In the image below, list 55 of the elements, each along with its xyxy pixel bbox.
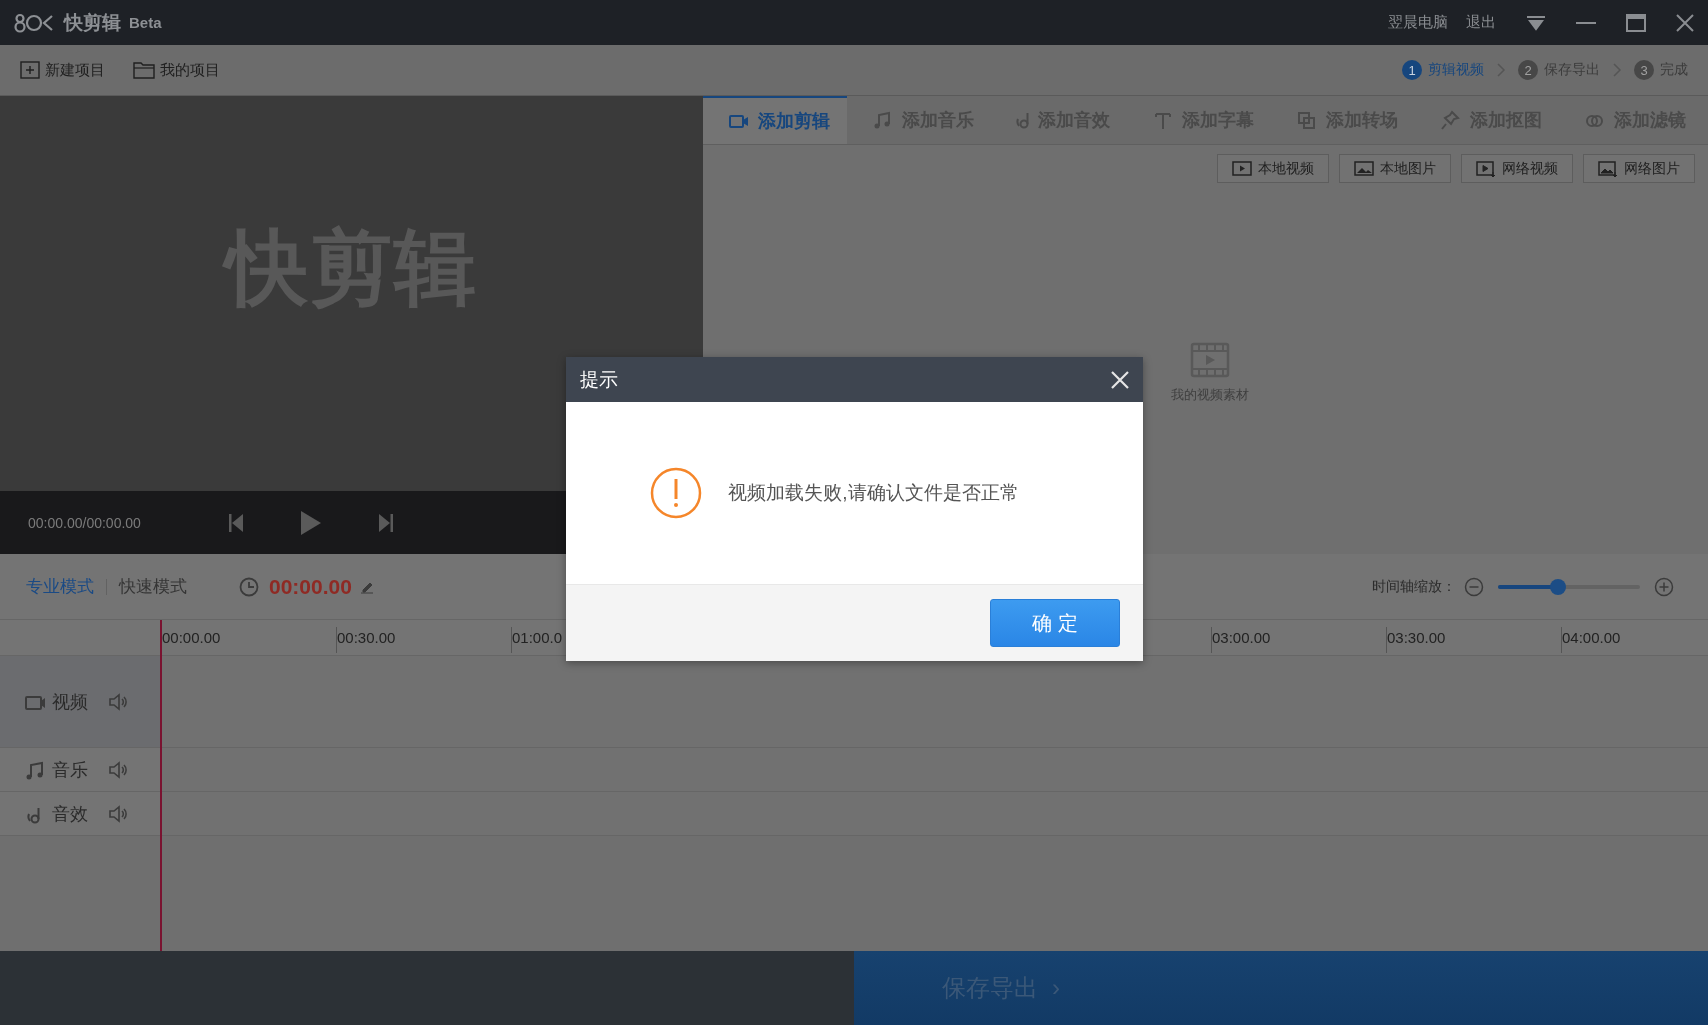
ok-button[interactable]: 确 定: [990, 599, 1120, 647]
pin-icon: [1440, 110, 1462, 130]
track-label: 音乐: [52, 758, 89, 782]
play-icon[interactable]: [300, 509, 322, 536]
speaker-icon[interactable]: [108, 691, 128, 712]
dropdown-icon[interactable]: [1526, 14, 1546, 31]
music-note-icon: [24, 759, 46, 780]
mode-tab[interactable]: 专业模式: [26, 575, 94, 598]
tick-label: 03:00.00: [1211, 627, 1386, 653]
source-button[interactable]: 本地视频: [1217, 154, 1329, 183]
current-time: 00:00.00: [269, 574, 352, 599]
text-icon: [1152, 110, 1174, 130]
playback-time: 00:00.00/00:00.00: [28, 514, 142, 531]
source-button[interactable]: 网络视频: [1461, 154, 1573, 183]
skip-forward-icon[interactable]: [378, 512, 394, 533]
app-name: 快剪辑: [64, 10, 121, 35]
zoom-in-icon[interactable]: [1654, 576, 1674, 597]
user-name[interactable]: 翌晨电脑: [1388, 13, 1448, 32]
image-icon: [1354, 159, 1374, 178]
folder-icon: [133, 61, 155, 79]
zoom-out-icon[interactable]: [1464, 576, 1484, 597]
speaker-icon[interactable]: [108, 803, 128, 824]
skip-back-icon[interactable]: [228, 512, 244, 533]
source-button[interactable]: 本地图片: [1339, 154, 1451, 183]
maximize-icon[interactable]: [1626, 13, 1646, 32]
plus-box-icon: [20, 61, 40, 79]
track-label: 视频: [52, 690, 89, 714]
tick-label: 04:00.00: [1561, 627, 1708, 653]
tab[interactable]: 添加剪辑: [703, 96, 847, 144]
mode-tab[interactable]: 快速模式: [119, 575, 187, 598]
toolbar-button[interactable]: 我的项目: [133, 60, 220, 80]
beta-label: Beta: [129, 14, 162, 31]
zoom-label: 时间轴缩放：: [1372, 577, 1456, 596]
toolbar-button[interactable]: 新建项目: [20, 60, 105, 80]
step-number: 1: [1402, 60, 1422, 80]
step-label: 剪辑视频: [1428, 61, 1484, 79]
logout-link[interactable]: 退出: [1466, 13, 1496, 32]
play-box-icon: [1232, 159, 1252, 178]
speaker-icon[interactable]: [108, 759, 128, 780]
tick-label: 03:30.00: [1386, 627, 1561, 653]
source-button[interactable]: 网络图片: [1583, 154, 1695, 183]
play-box-download-icon: [1476, 159, 1496, 178]
zoom-slider[interactable]: [1498, 578, 1640, 595]
step-number: 2: [1518, 60, 1538, 80]
image-download-icon: [1598, 159, 1618, 178]
dialog-title: 提示: [580, 367, 618, 392]
track-label: 音效: [52, 802, 89, 826]
clock-icon: [239, 576, 259, 597]
tick-label: 00:30.00: [336, 627, 511, 653]
step-number: 3: [1634, 60, 1654, 80]
close-icon[interactable]: [1676, 13, 1694, 32]
dialog-message: 视频加载失败,请确认文件是否正常: [728, 481, 1019, 505]
overlap-squares-icon: [1296, 110, 1318, 130]
warning-icon: [650, 467, 703, 519]
sound-note-icon: [1016, 111, 1030, 129]
